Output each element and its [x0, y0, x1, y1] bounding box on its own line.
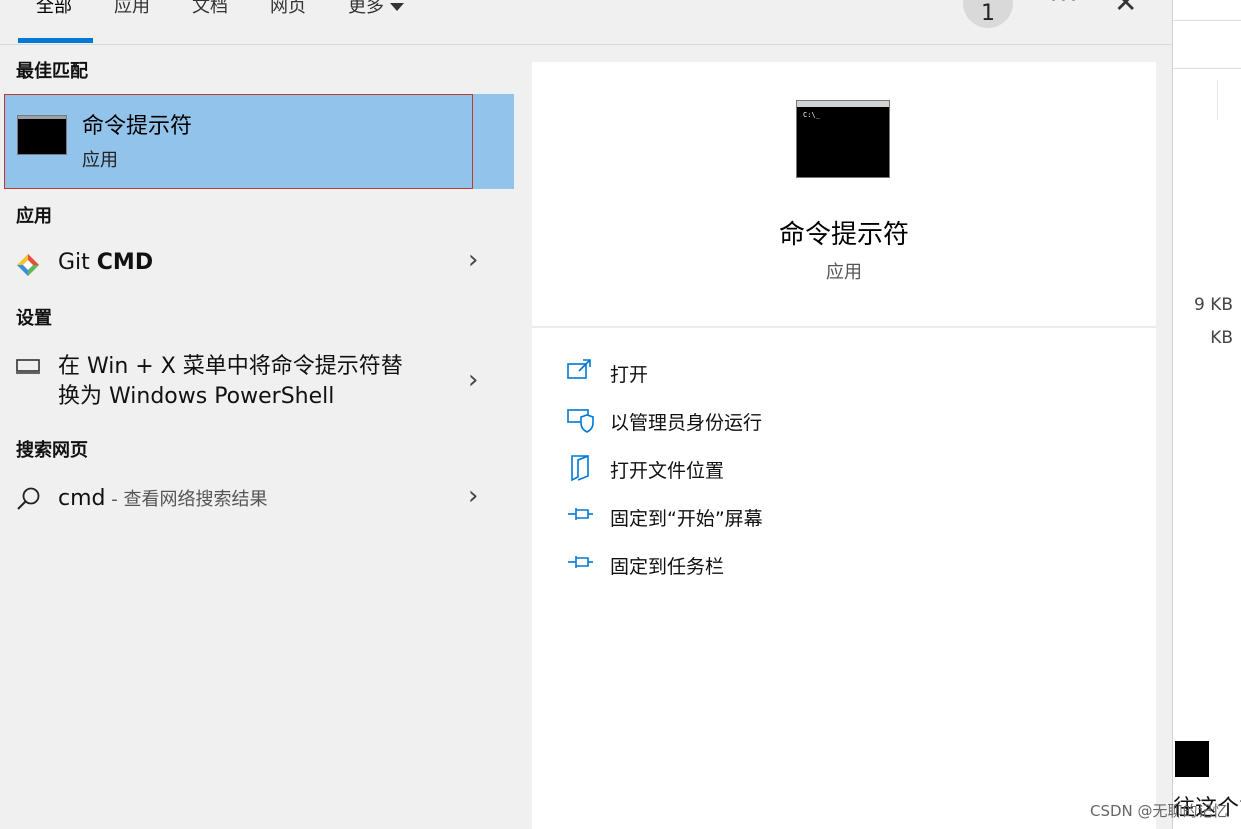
- preview-pane: C:\_ 命令提示符 应用 打开 以管理员身份运行 打开文件位置 固定到“开始”…: [532, 62, 1156, 829]
- best-match-subtitle: 应用: [82, 150, 118, 171]
- action-run-as-admin[interactable]: 以管理员身份运行: [532, 406, 1156, 450]
- pin-icon: [568, 556, 593, 568]
- watermark: CSDN @无聊的记忆: [1090, 802, 1228, 820]
- web-search-label: cmd - 查看网络搜索结果: [58, 484, 267, 515]
- web-search-query: cmd: [58, 486, 106, 511]
- open-icon: [567, 359, 591, 379]
- chevron-right-icon[interactable]: ›: [468, 245, 478, 275]
- search-tab-bar: 全部 应用 文档 网页 更多 1 ··· ✕: [0, 0, 1172, 45]
- folder-icon: [571, 454, 589, 482]
- chevron-right-icon[interactable]: ›: [468, 481, 478, 511]
- git-icon: [17, 254, 39, 276]
- command-prompt-large-icon: C:\_: [796, 100, 890, 178]
- app-name-bold: CMD: [96, 250, 154, 275]
- setting-item-powershell[interactable]: 在 Win + X 菜单中将命令提示符替 换为 Windows PowerShe…: [0, 345, 515, 417]
- action-open-file-location[interactable]: 打开文件位置: [532, 454, 1156, 498]
- highlight-outline: [4, 94, 473, 189]
- preview-subtitle: 应用: [826, 262, 862, 283]
- bg-divider: [1217, 80, 1218, 120]
- command-prompt-icon: [17, 115, 67, 155]
- section-apps: 应用: [16, 206, 52, 227]
- setting-line-2: 换为 Windows PowerShell: [58, 384, 335, 409]
- active-tab-indicator: [18, 38, 93, 43]
- laptop-icon: [16, 359, 40, 374]
- bg-file-size: KB: [1210, 328, 1233, 348]
- setting-line-1: 在 Win + X 菜单中将命令提示符替: [58, 354, 403, 379]
- tab-more-label: 更多: [348, 0, 384, 17]
- section-best-match: 最佳匹配: [16, 61, 88, 82]
- shield-icon: [567, 409, 594, 433]
- more-options-icon[interactable]: ···: [1050, 0, 1080, 13]
- action-open[interactable]: 打开: [532, 358, 1156, 402]
- action-label: 固定到“开始”屏幕: [610, 508, 763, 530]
- tab-documents[interactable]: 文档: [192, 0, 228, 18]
- chevron-down-icon: [390, 3, 404, 11]
- search-icon: [17, 487, 40, 510]
- section-settings: 设置: [16, 308, 52, 329]
- results-list: 最佳匹配 命令提示符 应用 应用 Git CMD › 设置 在 Win + X …: [0, 45, 530, 829]
- action-label: 打开: [610, 364, 649, 386]
- rewards-badge[interactable]: 1: [963, 0, 1013, 28]
- preview-title: 命令提示符: [778, 220, 909, 250]
- pin-icon: [568, 508, 593, 520]
- background-window: 9 KB KB 往这个管: [1172, 0, 1241, 829]
- close-icon[interactable]: ✕: [1114, 0, 1137, 19]
- tab-more[interactable]: 更多: [348, 0, 404, 18]
- search-panel: 全部 应用 文档 网页 更多 1 ··· ✕ 最佳匹配 命令提示符 应用 应用 …: [0, 0, 1172, 829]
- tab-all[interactable]: 全部: [36, 0, 72, 18]
- preview-header: C:\_ 命令提示符 应用: [532, 62, 1156, 328]
- setting-item-label: 在 Win + X 菜单中将命令提示符替 换为 Windows PowerShe…: [58, 352, 403, 412]
- bg-divider: [1173, 68, 1241, 69]
- web-search-item[interactable]: cmd - 查看网络搜索结果 ›: [0, 477, 515, 523]
- action-label: 固定到任务栏: [610, 556, 725, 578]
- bg-black-block: [1175, 741, 1209, 777]
- action-pin-to-start[interactable]: 固定到“开始”屏幕: [532, 502, 1156, 546]
- action-label: 打开文件位置: [610, 460, 725, 482]
- app-item-label: Git CMD: [58, 248, 153, 278]
- action-label: 以管理员身份运行: [610, 412, 763, 434]
- best-match-title: 命令提示符: [82, 114, 193, 139]
- action-pin-to-taskbar[interactable]: 固定到任务栏: [532, 550, 1156, 594]
- chevron-right-icon[interactable]: ›: [468, 365, 478, 395]
- app-item-git-cmd[interactable]: Git CMD ›: [0, 241, 515, 287]
- tab-web[interactable]: 网页: [270, 0, 306, 18]
- best-match-item[interactable]: 命令提示符 应用: [4, 94, 514, 189]
- web-search-hint: - 查看网络搜索结果: [105, 489, 268, 510]
- tab-apps[interactable]: 应用: [114, 0, 150, 18]
- bg-file-size: 9 KB: [1193, 295, 1233, 315]
- console-glyph: C:\_: [803, 111, 820, 119]
- section-web-search: 搜索网页: [16, 440, 88, 461]
- app-name-prefix: Git: [58, 250, 97, 275]
- bg-divider: [1173, 20, 1241, 21]
